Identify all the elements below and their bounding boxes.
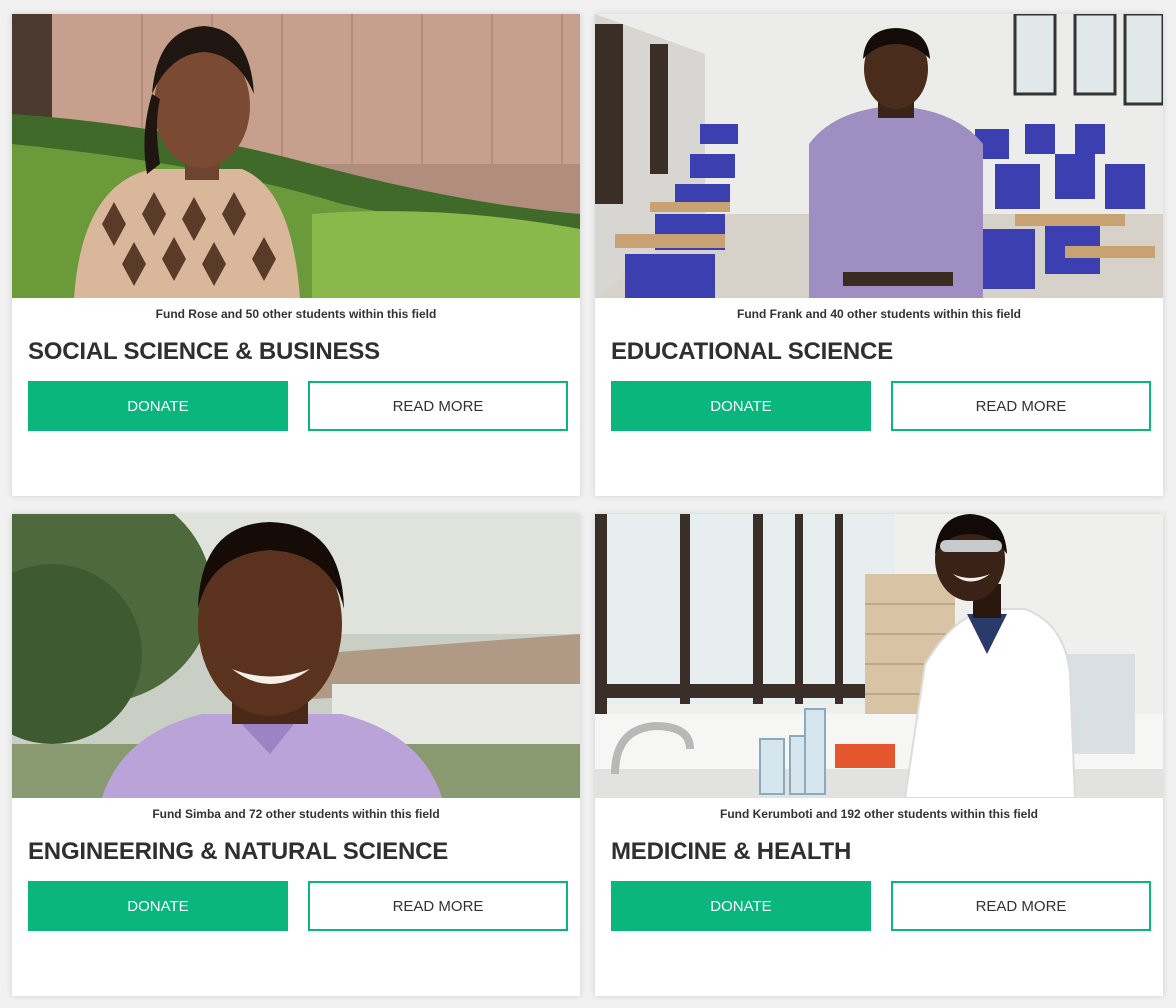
card-caption: Fund Rose and 50 other students within t… (155, 307, 437, 321)
donate-button[interactable]: DONATE (611, 881, 871, 931)
student-photo (595, 514, 1163, 798)
student-photo (12, 514, 580, 798)
read-more-button[interactable]: READ MORE (308, 881, 568, 931)
field-title: EDUCATIONAL SCIENCE (611, 338, 893, 365)
field-title: ENGINEERING & NATURAL SCIENCE (28, 838, 449, 865)
read-more-button[interactable]: READ MORE (891, 881, 1151, 931)
donate-button[interactable]: DONATE (28, 381, 288, 431)
card-caption: Fund Frank and 40 other students within … (736, 307, 1021, 321)
field-title: SOCIAL SCIENCE & BUSINESS (28, 338, 380, 365)
student-photo (12, 14, 580, 298)
field-card-engineering: Fund Simba and 72 other students within … (12, 514, 580, 996)
field-title: MEDICINE & HEALTH (611, 838, 852, 865)
field-card-social-science: Fund Rose and 50 other students within t… (12, 14, 580, 496)
student-photo (595, 14, 1163, 298)
field-card-medicine: Fund Kerumboti and 192 other students wi… (595, 514, 1163, 996)
donate-button[interactable]: DONATE (28, 881, 288, 931)
field-card-educational-science: Fund Frank and 40 other students within … (595, 14, 1163, 496)
donate-button[interactable]: DONATE (611, 381, 871, 431)
card-caption: Fund Kerumboti and 192 other students wi… (719, 807, 1038, 821)
read-more-button[interactable]: READ MORE (308, 381, 568, 431)
read-more-button[interactable]: READ MORE (891, 381, 1151, 431)
card-caption: Fund Simba and 72 other students within … (152, 807, 440, 821)
